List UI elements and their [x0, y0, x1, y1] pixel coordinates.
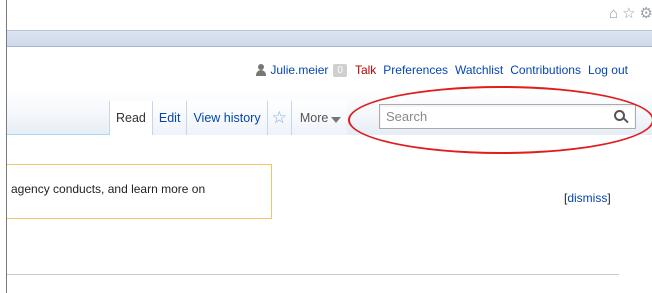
watchlist-link[interactable]: Watchlist	[455, 63, 503, 77]
tab-edit[interactable]: Edit	[151, 101, 187, 135]
username[interactable]: Julie.meier	[270, 63, 328, 77]
settings-icon[interactable]: ⚙	[640, 6, 652, 21]
contributions-link[interactable]: Contributions	[510, 63, 581, 77]
logout-link[interactable]: Log out	[588, 63, 628, 77]
dismiss-link[interactable]: dismiss	[567, 191, 607, 205]
tab-read[interactable]: Read	[109, 101, 152, 135]
tab-view-history[interactable]: View history	[186, 101, 267, 135]
view-tabs: Read Edit View history ☆ More	[109, 101, 348, 135]
chevron-down-icon	[331, 116, 342, 123]
search-icon[interactable]	[614, 110, 628, 124]
browser-title-area: ⌂ ☆ ⚙	[7, 0, 652, 30]
user-link[interactable]: Julie.meier	[255, 63, 328, 77]
preferences-link[interactable]: Preferences	[383, 63, 448, 77]
search-input[interactable]	[380, 105, 605, 128]
browser-icons: ⌂ ☆ ⚙	[609, 6, 652, 21]
user-icon	[255, 64, 267, 76]
content-divider	[7, 274, 619, 275]
site-notice: agency conducts, and learn more on	[7, 164, 272, 219]
browser-viewport: ⌂ ☆ ⚙ Julie.meier 0 Talk Preferences Wat…	[6, 0, 652, 293]
notifications-badge[interactable]: 0	[333, 63, 347, 77]
watch-star-icon[interactable]: ☆	[266, 101, 291, 135]
personal-tools: Julie.meier 0 Talk Preferences Watchlist…	[255, 63, 628, 77]
site-notice-text: agency conducts, and learn more on	[11, 182, 206, 196]
talk-link[interactable]: Talk	[355, 63, 376, 77]
more-menu[interactable]: More	[290, 101, 348, 135]
star-bookmark-icon[interactable]: ☆	[622, 6, 635, 21]
dismiss-bracket-close: ]	[607, 191, 611, 205]
more-label: More	[299, 111, 329, 125]
dismiss-control: [dismiss]	[564, 191, 611, 205]
home-icon[interactable]: ⌂	[609, 6, 618, 21]
browser-toolbar-strip	[7, 30, 652, 47]
search-box	[379, 104, 636, 129]
